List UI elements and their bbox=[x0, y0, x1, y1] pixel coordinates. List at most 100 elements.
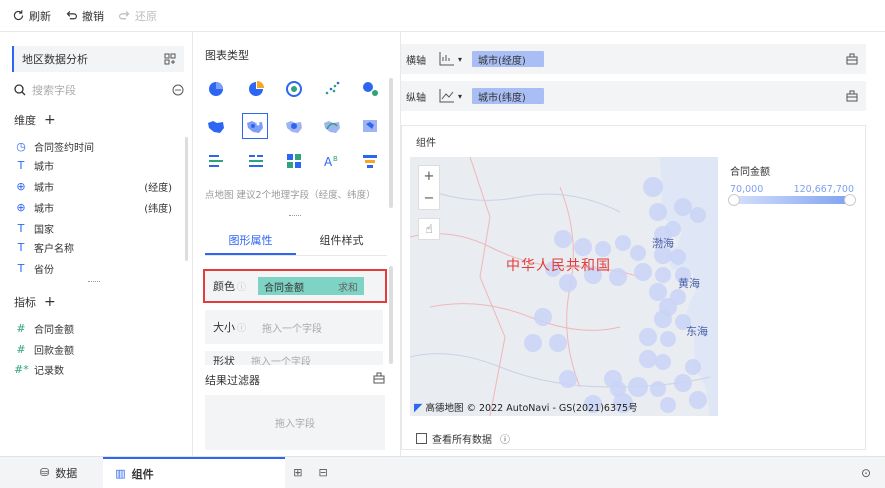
region-map-icon[interactable] bbox=[205, 115, 227, 137]
legend-max-handle[interactable] bbox=[844, 194, 856, 206]
map-bubble[interactable] bbox=[685, 359, 701, 375]
word-cloud-icon[interactable]: AB bbox=[321, 150, 343, 172]
map-bubble[interactable] bbox=[574, 238, 592, 256]
bubble-chart-icon[interactable] bbox=[359, 78, 381, 100]
map-bubble[interactable] bbox=[674, 374, 692, 392]
y-axis-field[interactable]: 城市(纬度) bbox=[472, 88, 545, 104]
dimension-item[interactable]: ⊕ 城市 (纬度) bbox=[14, 198, 172, 216]
donut-pie-icon[interactable] bbox=[245, 78, 267, 100]
more-options-icon[interactable] bbox=[172, 84, 184, 96]
measure-item[interactable]: #* 记录数 bbox=[14, 360, 172, 378]
legend-gradient[interactable] bbox=[728, 194, 856, 206]
map-bubble[interactable] bbox=[643, 177, 663, 197]
add-dashboard-icon[interactable]: ⊟ bbox=[318, 466, 327, 479]
scatter-chart-icon[interactable] bbox=[321, 78, 343, 100]
y-axis-row[interactable]: 纵轴 ▾ 城市(纬度) bbox=[401, 81, 866, 111]
map-bubble[interactable] bbox=[634, 263, 652, 281]
field-search[interactable]: 搜索字段 bbox=[14, 80, 184, 100]
chevron-down-icon[interactable]: ▾ bbox=[458, 55, 462, 64]
view-all-checkbox[interactable] bbox=[416, 433, 427, 444]
map-bubble[interactable] bbox=[654, 310, 672, 328]
axis-type-icon[interactable] bbox=[438, 51, 456, 67]
color-property-row[interactable]: 颜色 ⓘ 合同金额 求和 bbox=[203, 269, 387, 303]
axis-settings-icon[interactable] bbox=[846, 53, 858, 65]
refresh-button[interactable]: 刷新 bbox=[12, 8, 51, 24]
map-bubble[interactable] bbox=[559, 274, 577, 292]
map-bubble[interactable] bbox=[630, 245, 646, 261]
legend-min-handle[interactable] bbox=[728, 194, 740, 206]
dimension-item[interactable]: T 省份 bbox=[14, 259, 172, 277]
point-map[interactable]: 中华人民共和国 渤海 黄海 东海 + − ☝ ◤ 高德地图 © 2022 Aut… bbox=[410, 157, 718, 416]
dimension-item[interactable]: T 国家 bbox=[14, 219, 172, 237]
undo-button[interactable]: 撤销 bbox=[65, 8, 104, 24]
dimension-item[interactable]: T 客户名称 bbox=[14, 238, 172, 256]
measure-item[interactable]: # 合同金额 bbox=[14, 319, 172, 337]
add-component-icon[interactable]: ⊞ bbox=[293, 466, 302, 479]
map-bubble[interactable] bbox=[554, 230, 572, 248]
x-axis-row[interactable]: 横轴 ▾ 城市(经度) bbox=[401, 44, 866, 74]
map-bubble[interactable] bbox=[549, 334, 567, 352]
map-bubble[interactable] bbox=[660, 397, 676, 413]
map-bubble[interactable] bbox=[689, 391, 707, 409]
map-bubble[interactable] bbox=[655, 354, 671, 370]
map-bubble[interactable] bbox=[524, 334, 542, 352]
dimension-item[interactable]: T 城市 bbox=[14, 156, 172, 174]
x-axis-field[interactable]: 城市(经度) bbox=[472, 51, 545, 67]
group-table-icon[interactable] bbox=[245, 150, 267, 172]
map-bubble[interactable] bbox=[559, 370, 577, 388]
size-property-row[interactable]: 大小 ⓘ 拖入一个字段 bbox=[205, 310, 383, 344]
zoom-in-button[interactable]: + bbox=[424, 169, 435, 184]
map-bubble[interactable] bbox=[649, 203, 667, 221]
tab-graphic-props[interactable]: 图形属性 bbox=[205, 228, 296, 255]
tab-data[interactable]: ⛁ 数据 bbox=[28, 457, 89, 488]
search-input[interactable]: 搜索字段 bbox=[32, 82, 166, 98]
map-bubble[interactable] bbox=[660, 331, 676, 347]
dataset-selector[interactable]: 地区数据分析 bbox=[12, 46, 184, 72]
filter-drop-zone[interactable]: 拖入字段 bbox=[205, 395, 385, 450]
funnel-chart-icon[interactable] bbox=[359, 150, 381, 172]
undo-icon bbox=[66, 11, 77, 20]
pie-chart-icon[interactable] bbox=[205, 78, 227, 100]
property-scrollbar[interactable] bbox=[389, 266, 393, 364]
pan-hand-icon[interactable]: ☝ bbox=[418, 218, 440, 240]
map-bubble[interactable] bbox=[690, 207, 706, 223]
map-bubble[interactable] bbox=[639, 328, 657, 346]
add-dimension-icon[interactable]: + bbox=[44, 112, 56, 128]
map-bubble[interactable] bbox=[655, 267, 671, 283]
zoom-out-button[interactable]: − bbox=[424, 191, 435, 206]
map-bubble[interactable] bbox=[534, 308, 552, 326]
dimension-item[interactable]: ⊕ 城市 (经度) bbox=[14, 177, 172, 195]
point-map-icon[interactable] bbox=[242, 113, 268, 139]
redo-button[interactable]: 还原 bbox=[118, 8, 157, 24]
switch-dataset-icon[interactable] bbox=[164, 53, 176, 65]
measure-item[interactable]: # 回款金额 bbox=[14, 340, 172, 358]
heat-map-icon[interactable] bbox=[283, 115, 305, 137]
dimension-scrollbar[interactable] bbox=[185, 137, 188, 261]
map-bubble[interactable] bbox=[628, 377, 648, 397]
shape-property-row[interactable]: 形状 拖入一个字段 bbox=[205, 351, 383, 365]
tab-component[interactable]: ▥ 组件 bbox=[103, 456, 286, 488]
view-all-data[interactable]: 查看所有数据 ⓘ bbox=[416, 431, 510, 446]
flow-map-icon[interactable] bbox=[321, 115, 343, 137]
chevron-down-icon[interactable]: ▾ bbox=[458, 92, 462, 101]
map-bubble[interactable] bbox=[670, 249, 686, 265]
color-field-chip[interactable]: 合同金额 求和 bbox=[258, 277, 365, 295]
rose-chart-icon[interactable] bbox=[283, 78, 305, 100]
map-bubble[interactable] bbox=[615, 235, 631, 251]
detail-table-icon[interactable] bbox=[205, 150, 227, 172]
map-bubble[interactable] bbox=[650, 381, 666, 397]
filter-settings-icon[interactable] bbox=[373, 372, 385, 384]
cross-table-icon[interactable] bbox=[283, 150, 305, 172]
resize-handle[interactable] bbox=[88, 281, 100, 283]
chart-type-scrollbar[interactable] bbox=[389, 78, 393, 208]
axis-settings-icon[interactable] bbox=[846, 90, 858, 102]
axis-type-icon[interactable] bbox=[438, 88, 456, 104]
resize-handle[interactable] bbox=[289, 215, 301, 216]
dimension-item[interactable]: ◷ 合同签约时间 bbox=[14, 137, 172, 155]
map-label-huanghai: 黄海 bbox=[678, 277, 700, 290]
map-bubble[interactable] bbox=[609, 268, 627, 286]
custom-map-icon[interactable] bbox=[359, 115, 381, 137]
tab-component-style[interactable]: 组件样式 bbox=[296, 228, 387, 255]
collapse-icon[interactable]: ⊙ bbox=[861, 466, 871, 480]
add-measure-icon[interactable]: + bbox=[44, 294, 56, 310]
